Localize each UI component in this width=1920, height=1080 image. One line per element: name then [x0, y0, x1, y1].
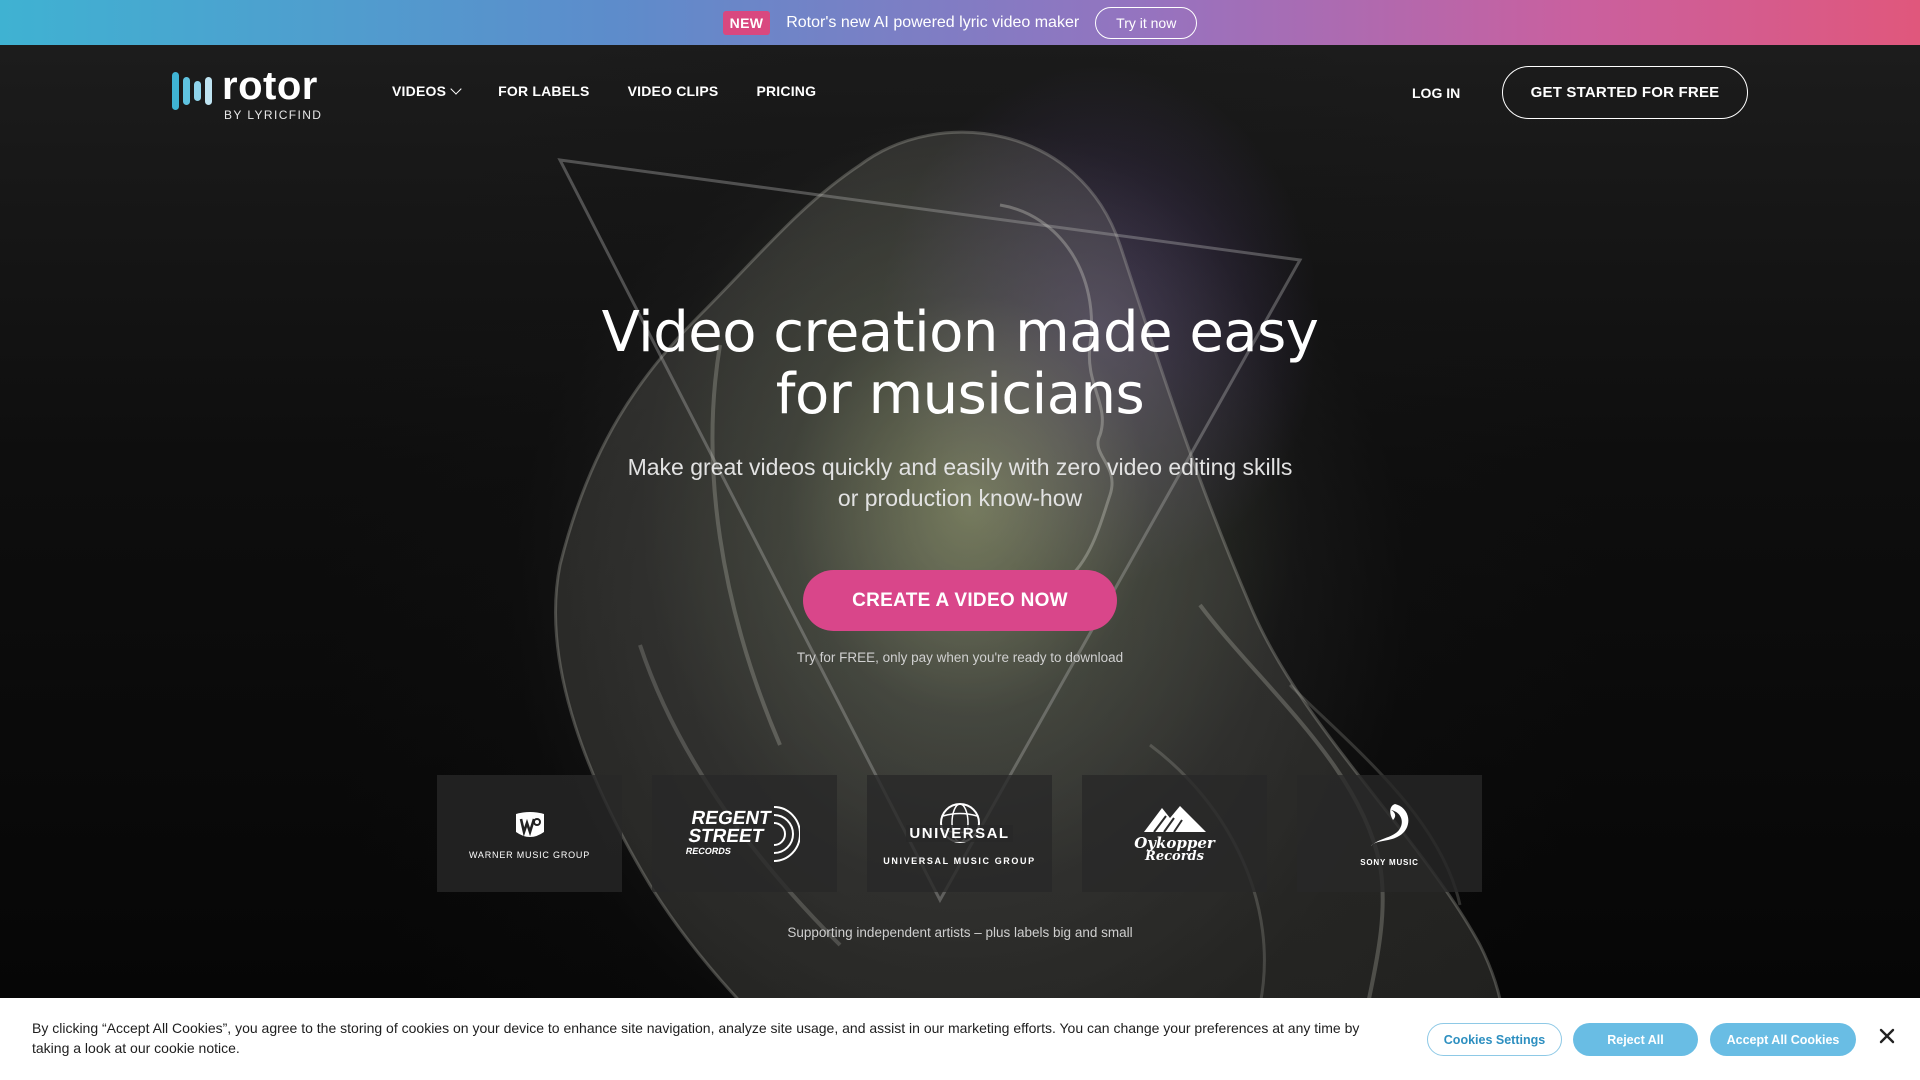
regent-line3: RECORDS — [684, 846, 732, 856]
record-arcs-icon — [774, 805, 801, 862]
cookie-banner: By clicking “Accept All Cookies”, you ag… — [0, 998, 1920, 1080]
site-header: rotor BY LYRICFIND VIDEOS FOR LABELS VID… — [0, 45, 1920, 140]
universal-word: UNIVERSAL — [906, 825, 1013, 842]
cookie-text: By clicking “Accept All Cookies”, you ag… — [32, 1020, 1360, 1056]
close-icon[interactable] — [1876, 1025, 1898, 1047]
logo-subtitle: BY LYRICFIND — [224, 108, 323, 122]
hero-title-line1: Video creation made easy — [601, 300, 1319, 365]
sony-swirl-icon — [1370, 804, 1408, 846]
hero-subtitle: Make great videos quickly and easily wit… — [600, 452, 1320, 514]
login-link[interactable]: LOG IN — [1412, 85, 1460, 101]
oykopper-line1: Oykopper — [1134, 833, 1215, 852]
label-warner: WARNER MUSIC GROUP — [437, 775, 622, 892]
label-logos: WARNER MUSIC GROUP REGENT STREET RECORDS… — [437, 775, 1482, 892]
label-oykopper: Oykopper Records — [1082, 775, 1267, 892]
rotor-logo[interactable]: rotor BY LYRICFIND — [172, 64, 322, 122]
label-regent-street: REGENT STREET RECORDS — [652, 775, 837, 892]
support-note: Supporting independent artists – plus la… — [787, 925, 1133, 940]
label-universal: UNIVERSAL UNIVERSAL MUSIC GROUP — [867, 775, 1052, 892]
hero-title-line2: for musicians — [775, 362, 1145, 427]
main-nav: VIDEOS FOR LABELS VIDEO CLIPS PRICING — [392, 83, 816, 99]
mountain-icon — [1143, 805, 1206, 833]
new-badge: NEW — [722, 10, 771, 35]
nav-video-clips[interactable]: VIDEO CLIPS — [628, 83, 719, 99]
hero-subtitle-line2: or production know-how — [837, 485, 1083, 511]
regent-line2: STREET — [686, 826, 766, 847]
oykopper-line2: Records — [1145, 848, 1204, 864]
chevron-down-icon — [450, 83, 462, 95]
logo-name: rotor — [222, 64, 318, 108]
free-trial-note: Try for FREE, only pay when you're ready… — [796, 650, 1124, 665]
reject-all-button[interactable]: Reject All — [1573, 1023, 1698, 1056]
nav-pricing[interactable]: PRICING — [756, 83, 816, 99]
nav-for-labels[interactable]: FOR LABELS — [498, 83, 589, 99]
announcement-text: Rotor's new AI powered lyric video maker — [786, 13, 1080, 31]
rotor-logo-icon — [172, 70, 212, 112]
nav-videos-label: VIDEOS — [392, 83, 447, 99]
universal-label-text: UNIVERSAL MUSIC GROUP — [883, 856, 1036, 866]
label-sony: SONY MUSIC — [1297, 775, 1482, 892]
warner-label-text: WARNER MUSIC GROUP — [468, 849, 591, 860]
nav-videos[interactable]: VIDEOS — [392, 83, 462, 99]
accept-all-cookies-button[interactable]: Accept All Cookies — [1710, 1023, 1856, 1056]
get-started-button[interactable]: GET STARTED FOR FREE — [1502, 66, 1748, 119]
try-it-now-button[interactable]: Try it now — [1095, 6, 1198, 39]
sony-label-text: SONY MUSIC — [1360, 858, 1419, 867]
announcement-bar: NEW Rotor's new AI powered lyric video m… — [0, 0, 1920, 45]
cookies-settings-button[interactable]: Cookies Settings — [1427, 1023, 1562, 1056]
hero-subtitle-line1: Make great videos quickly and easily wit… — [627, 454, 1293, 480]
warner-logo-icon — [515, 811, 544, 837]
hero-title: Video creation made easy for musicians — [560, 302, 1360, 426]
create-video-button[interactable]: CREATE A VIDEO NOW — [803, 570, 1117, 631]
